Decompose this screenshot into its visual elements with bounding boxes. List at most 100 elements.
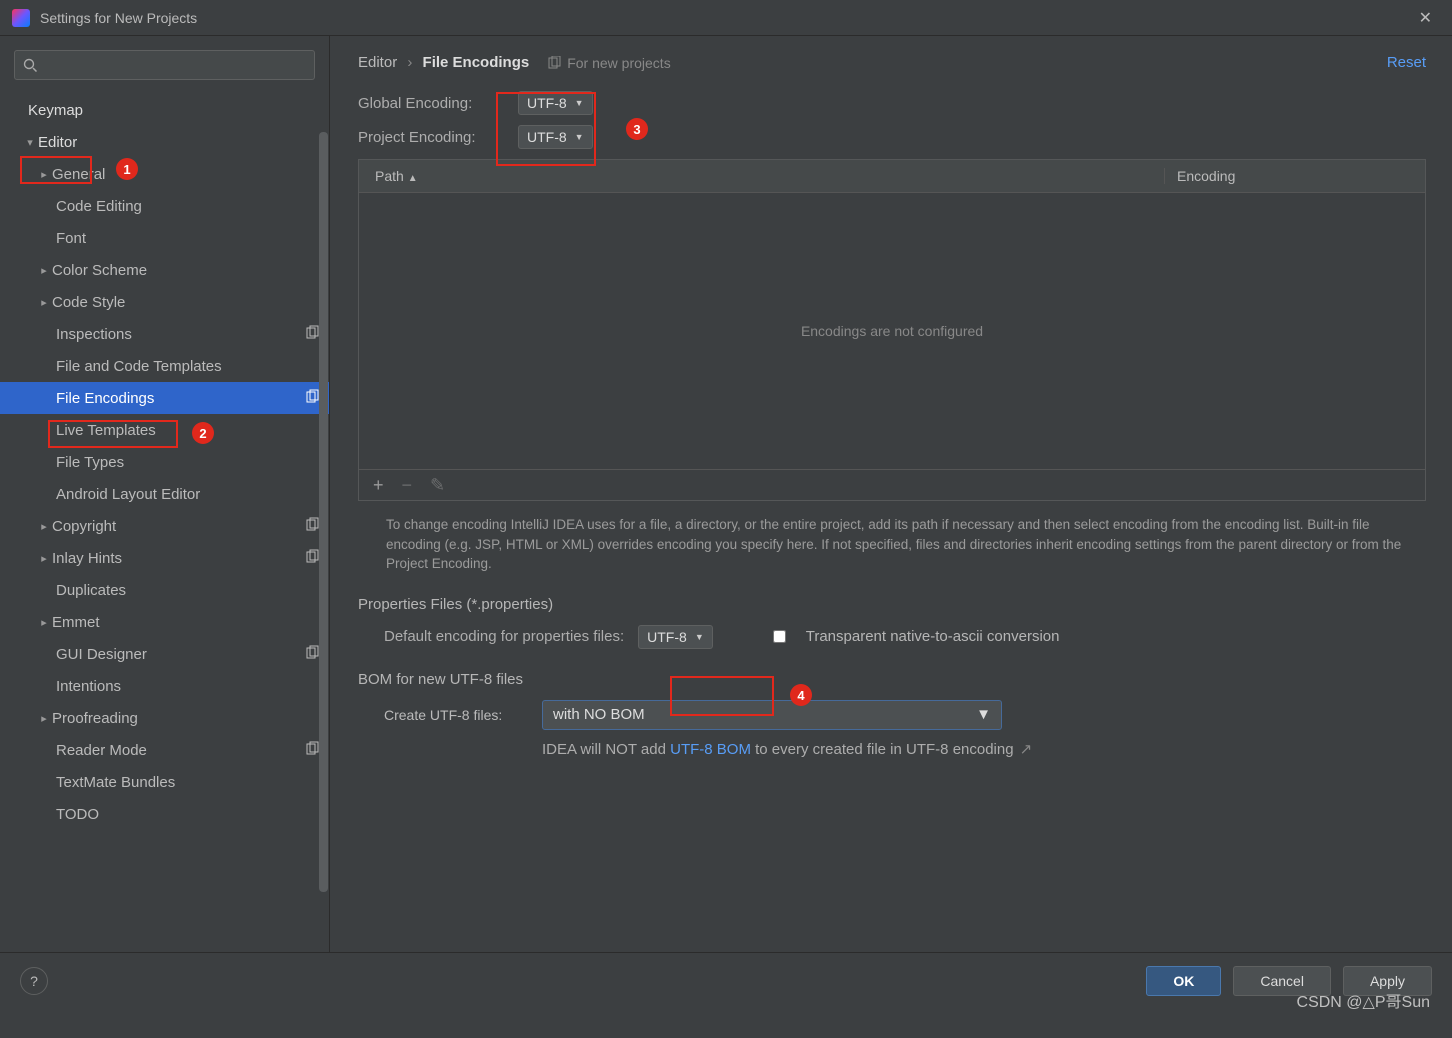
tree-item-label: Intentions: [56, 678, 319, 695]
tree-item-label: Font: [56, 230, 319, 247]
tree-item-label: GUI Designer: [56, 646, 305, 663]
tree-item-emmet[interactable]: ▸Emmet: [0, 606, 329, 638]
tree-item-live-templates[interactable]: Live Templates: [0, 414, 329, 446]
copy-icon: [305, 645, 319, 663]
edit-icon[interactable]: ✎: [430, 475, 445, 496]
utf8-bom-link[interactable]: UTF-8 BOM: [670, 741, 751, 758]
properties-section-title: Properties Files (*.properties): [358, 596, 1426, 613]
chevron-right-icon: ▸: [36, 616, 52, 629]
create-utf8-label: Create UTF-8 files:: [384, 707, 524, 723]
description-text: To change encoding IntelliJ IDEA uses fo…: [386, 515, 1412, 574]
global-encoding-label: Global Encoding:: [358, 95, 508, 112]
close-icon[interactable]: ✕: [1411, 4, 1440, 32]
chevron-right-icon: ▸: [36, 520, 52, 533]
reset-link[interactable]: Reset: [1387, 54, 1426, 71]
main-panel: Editor › File Encodings For new projects…: [330, 36, 1452, 952]
tree-item-label: Proofreading: [52, 710, 319, 727]
annotation-badge-4: 4: [790, 684, 812, 706]
tree-item-label: Editor: [38, 134, 319, 151]
annotation-badge-3: 3: [626, 118, 648, 140]
tree-item-general[interactable]: ▸General: [0, 158, 329, 190]
tree-item-label: Code Style: [52, 294, 319, 311]
remove-icon[interactable]: −: [402, 475, 413, 496]
sidebar: Keymap▾Editor▸GeneralCode EditingFont▸Co…: [0, 36, 330, 952]
scrollbar-thumb[interactable]: [319, 132, 328, 892]
tree-item-textmate-bundles[interactable]: TextMate Bundles: [0, 766, 329, 798]
scope-hint: For new projects: [547, 55, 670, 71]
tree-item-copyright[interactable]: ▸Copyright: [0, 510, 329, 542]
tree-item-font[interactable]: Font: [0, 222, 329, 254]
tree-item-label: Live Templates: [56, 422, 319, 439]
tree-item-intentions[interactable]: Intentions: [0, 670, 329, 702]
tree-item-code-style[interactable]: ▸Code Style: [0, 286, 329, 318]
tree-item-editor[interactable]: ▾Editor: [0, 126, 329, 158]
chevron-right-icon: ▸: [36, 264, 52, 277]
breadcrumb-leaf: File Encodings: [423, 54, 530, 71]
tree-item-file-types[interactable]: File Types: [0, 446, 329, 478]
tree-item-label: Emmet: [52, 614, 319, 631]
project-encoding-label: Project Encoding:: [358, 129, 508, 146]
copy-icon: [305, 549, 319, 567]
tree-item-label: Android Layout Editor: [56, 486, 319, 503]
copy-icon: [547, 56, 561, 70]
native-ascii-checkbox[interactable]: [773, 630, 786, 643]
encodings-table: Path ▲ Encoding Encodings are not config…: [358, 159, 1426, 501]
annotation-badge-2: 2: [192, 422, 214, 444]
app-icon: [12, 9, 30, 27]
search-input[interactable]: [14, 50, 315, 80]
tree-item-label: Reader Mode: [56, 742, 305, 759]
tree-item-inlay-hints[interactable]: ▸Inlay Hints: [0, 542, 329, 574]
tree-item-todo[interactable]: TODO: [0, 798, 329, 830]
global-encoding-combo[interactable]: UTF-8▼: [518, 91, 593, 115]
search-field[interactable]: [43, 58, 306, 73]
tree-item-keymap[interactable]: Keymap: [0, 94, 329, 126]
footer: ? OK Cancel Apply: [0, 952, 1452, 1008]
tree-item-label: TextMate Bundles: [56, 774, 319, 791]
watermark: CSDN @△P哥Sun: [1297, 988, 1430, 1012]
create-utf8-combo[interactable]: with NO BOM ▼: [542, 700, 1002, 730]
tree-item-label: Color Scheme: [52, 262, 319, 279]
chevron-right-icon: ▸: [36, 552, 52, 565]
bom-note: IDEA will NOT add UTF-8 BOM to every cre…: [542, 740, 1426, 758]
table-empty-text: Encodings are not configured: [359, 192, 1425, 470]
tree-item-label: Keymap: [28, 102, 319, 119]
copy-icon: [305, 325, 319, 343]
add-icon[interactable]: +: [373, 475, 384, 496]
chevron-down-icon: ▾: [22, 136, 38, 149]
properties-encoding-label: Default encoding for properties files:: [384, 628, 624, 645]
project-encoding-combo[interactable]: UTF-8▼: [518, 125, 593, 149]
properties-encoding-combo[interactable]: UTF-8▼: [638, 625, 713, 649]
tree-item-reader-mode[interactable]: Reader Mode: [0, 734, 329, 766]
window-title: Settings for New Projects: [40, 10, 197, 26]
ok-button[interactable]: OK: [1146, 966, 1221, 996]
tree-item-duplicates[interactable]: Duplicates: [0, 574, 329, 606]
tree-item-file-encodings[interactable]: File Encodings: [0, 382, 329, 414]
column-encoding[interactable]: Encoding: [1165, 168, 1425, 184]
copy-icon: [305, 741, 319, 759]
titlebar: Settings for New Projects ✕: [0, 0, 1452, 36]
tree-item-inspections[interactable]: Inspections: [0, 318, 329, 350]
settings-tree: Keymap▾Editor▸GeneralCode EditingFont▸Co…: [0, 94, 329, 830]
help-button[interactable]: ?: [20, 967, 48, 995]
chevron-down-icon: ▼: [976, 706, 991, 723]
tree-item-label: TODO: [56, 806, 319, 823]
chevron-right-icon: ▸: [36, 296, 52, 309]
copy-icon: [305, 517, 319, 535]
external-link-icon: ↗: [1020, 741, 1033, 758]
column-path[interactable]: Path ▲: [359, 168, 1165, 184]
tree-item-android-layout-editor[interactable]: Android Layout Editor: [0, 478, 329, 510]
chevron-down-icon: ▼: [575, 132, 584, 142]
bom-section-title: BOM for new UTF-8 files: [358, 671, 1426, 688]
tree-item-color-scheme[interactable]: ▸Color Scheme: [0, 254, 329, 286]
annotation-badge-1: 1: [116, 158, 138, 180]
tree-item-code-editing[interactable]: Code Editing: [0, 190, 329, 222]
chevron-right-icon: ▸: [36, 168, 52, 181]
tree-item-label: General: [52, 166, 319, 183]
search-icon: [23, 58, 37, 72]
tree-item-label: Inspections: [56, 326, 305, 343]
tree-item-proofreading[interactable]: ▸Proofreading: [0, 702, 329, 734]
tree-item-gui-designer[interactable]: GUI Designer: [0, 638, 329, 670]
chevron-down-icon: ▼: [575, 98, 584, 108]
chevron-right-icon: ▸: [36, 712, 52, 725]
tree-item-file-and-code-templates[interactable]: File and Code Templates: [0, 350, 329, 382]
